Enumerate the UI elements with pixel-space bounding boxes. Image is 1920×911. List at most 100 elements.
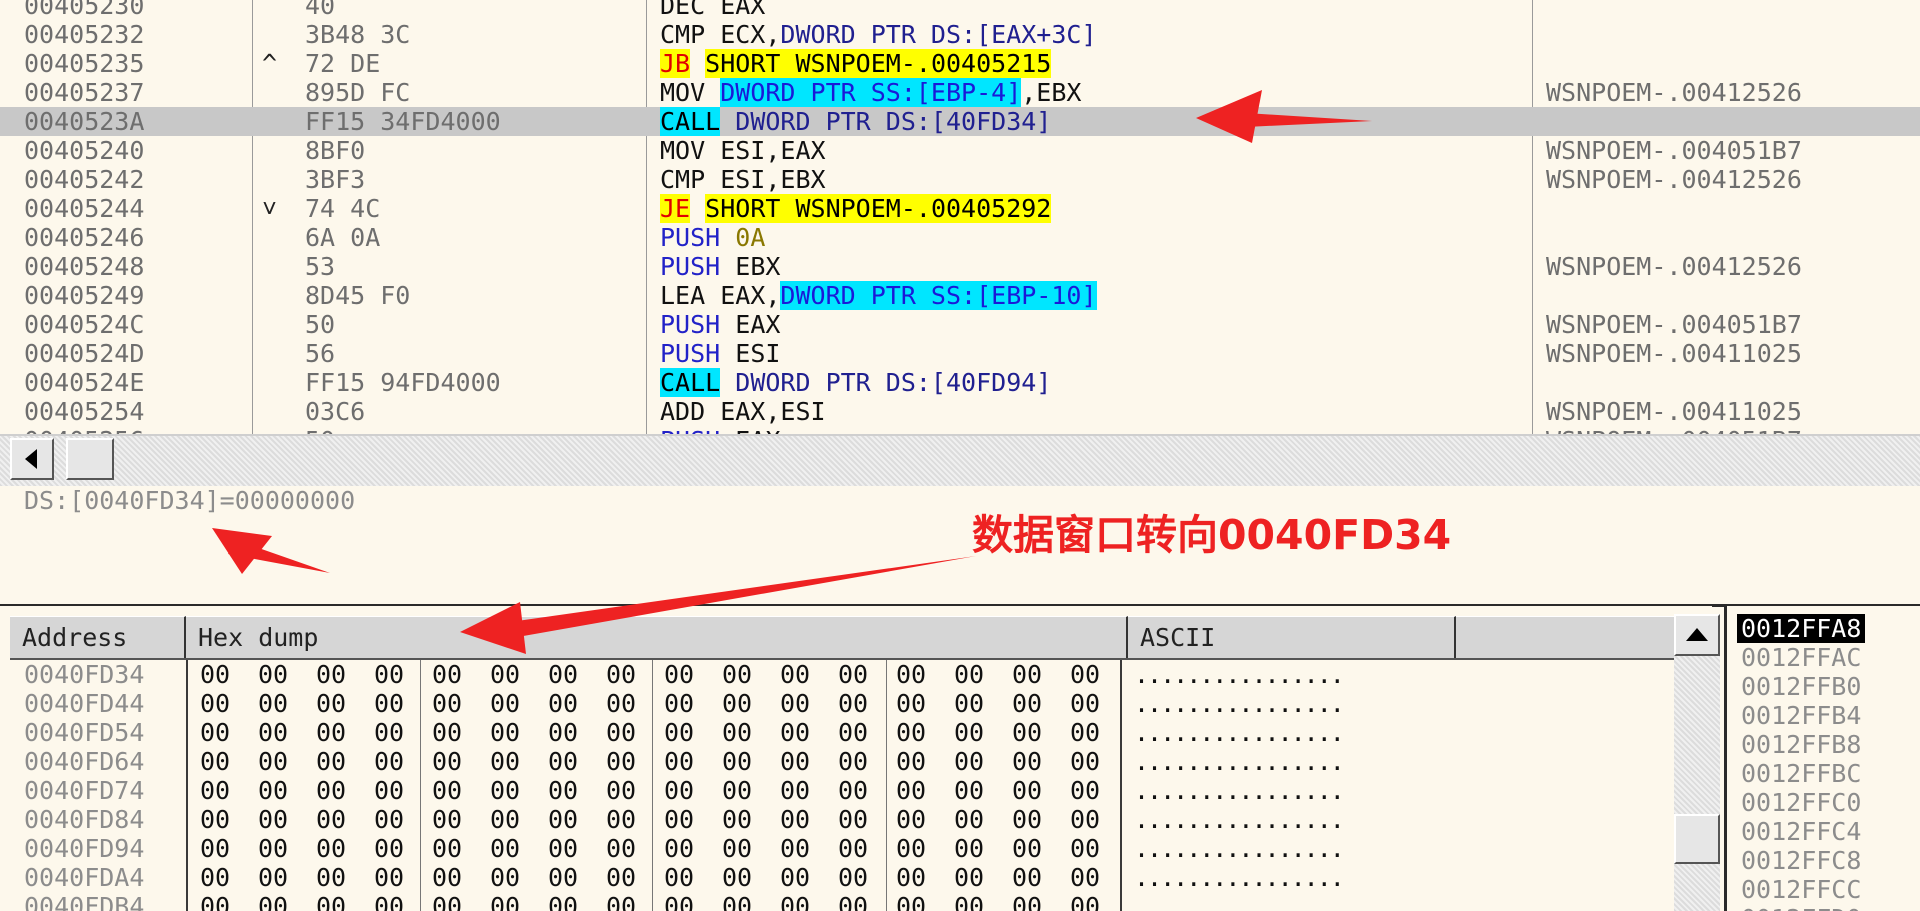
dump-row[interactable]: 0040FD34 00 00 00 00 00 00 00 00 00 00 00 00 00 00 00 00… xyxy=(10,660,1674,689)
stack-row[interactable]: 0012FFB4 xyxy=(1741,701,1861,730)
disassembly-row[interactable]: 00405240 8BF0 MOV ESI,EAX WSNPOEM-.004051B7 xyxy=(0,136,1920,165)
jump-marker xyxy=(262,281,286,310)
scroll-up-button[interactable] xyxy=(1674,614,1720,656)
column-header-address[interactable]: Address xyxy=(10,616,186,658)
scroll-thumb[interactable] xyxy=(1674,814,1720,864)
disassembly-row[interactable]: 00405232 3B48 3C CMP ECX,DWORD PTR DS:[EAX… xyxy=(0,20,1920,49)
dump-byte: 00 xyxy=(722,660,753,689)
dump-ascii: ................ xyxy=(1134,892,1345,911)
disassembly-row[interactable]: 0040524D 56 PUSH ESI WSNPOEM-.00411025 xyxy=(0,339,1920,368)
dump-vertical-scrollbar[interactable] xyxy=(1674,614,1720,911)
dump-byte: 00 xyxy=(722,805,753,834)
dump-ascii: ................ xyxy=(1134,660,1345,689)
disassembly-row[interactable]: 0040524E FF15 94FD4000 CALL DWORD PTR DS:[… xyxy=(0,368,1920,397)
instruction-token: CMP ECX, xyxy=(660,20,781,49)
stack-row[interactable]: 0012FFAC xyxy=(1741,643,1861,672)
row-hex: 03C6 xyxy=(305,397,366,426)
dump-byte: 00 xyxy=(606,776,637,805)
disassembly-row[interactable]: 00405249 8D45 F0 LEA EAX,DWORD PTR SS:[EBP… xyxy=(0,281,1920,310)
row-address: 0040524D xyxy=(24,339,145,368)
dump-row[interactable]: 0040FD84 00 00 00 00 00 00 00 00 00 00 00 00 00 00 00 00… xyxy=(10,805,1674,834)
row-address: 00405249 xyxy=(24,281,145,310)
dump-row[interactable]: 0040FD54 00 00 00 00 00 00 00 00 00 00 00 00 00 00 00 00… xyxy=(10,718,1674,747)
dump-byte: 00 xyxy=(316,689,347,718)
dump-address: 0040FD94 xyxy=(24,834,145,863)
row-comment xyxy=(1546,194,1920,223)
disassembly-row[interactable]: 00405242 3BF3 CMP ESI,EBX WSNPOEM-.00412526 xyxy=(0,165,1920,194)
dump-byte: 00 xyxy=(722,718,753,747)
instruction-token: DEC EAX xyxy=(660,0,766,20)
dump-byte: 00 xyxy=(316,892,347,911)
row-hex: 72 DE xyxy=(305,49,381,78)
dump-row[interactable]: 0040FDB4 00 00 00 00 00 00 00 00 00 00 00 00 00 00 00 00… xyxy=(10,892,1674,911)
dump-byte: 00 xyxy=(490,776,521,805)
disassembly-row[interactable]: 00405246 6A 0A PUSH 0A xyxy=(0,223,1920,252)
row-comment: WSNPOEM-.00411025 xyxy=(1546,397,1802,426)
dump-byte: 00 xyxy=(838,863,869,892)
dump-byte: 00 xyxy=(316,747,347,776)
instruction-token xyxy=(690,49,705,78)
scroll-left-button[interactable] xyxy=(10,438,54,480)
disassembly-row[interactable]: 00405248 53 PUSH EBX WSNPOEM-.00412526 xyxy=(0,252,1920,281)
dump-byte: 00 xyxy=(954,892,985,911)
disassembly-row[interactable]: 00405237 895D FC MOV DWORD PTR SS:[EBP-4],… xyxy=(0,78,1920,107)
stack-row[interactable]: 0012FFC4 xyxy=(1741,817,1861,846)
dump-row[interactable]: 0040FDA4 00 00 00 00 00 00 00 00 00 00 00 00 00 00 00 00… xyxy=(10,863,1674,892)
disassembly-pane[interactable]: 00405230 40 DEC EAX 00405232 3B48 3C CMP ECX,… xyxy=(0,0,1920,434)
jump-marker xyxy=(262,252,286,281)
stack-row[interactable]: 0012FFC8 xyxy=(1741,846,1861,875)
row-instruction: PUSH EBX xyxy=(660,252,1530,281)
column-header-ascii[interactable]: ASCII xyxy=(1128,616,1456,658)
stack-row-selected[interactable]: 0012FFA8 xyxy=(1737,614,1866,643)
dump-byte: 00 xyxy=(722,834,753,863)
stack-row[interactable]: 0012FFD0 xyxy=(1741,904,1861,911)
row-hex: 56 xyxy=(305,339,336,368)
hex-dump-pane[interactable]: Address Hex dump ASCII 0040FD34 00 00 00 00 0… xyxy=(0,606,1712,911)
dump-byte: 00 xyxy=(606,863,637,892)
row-hex: 53 xyxy=(305,252,336,281)
disassembly-horizontal-scrollbar[interactable] xyxy=(0,434,1920,488)
disassembly-row[interactable]: 00405230 40 DEC EAX xyxy=(0,0,1920,20)
dump-byte: 00 xyxy=(200,892,231,911)
dump-byte: 00 xyxy=(258,718,289,747)
dump-address: 0040FD44 xyxy=(24,689,145,718)
disassembly-row[interactable]: 00405256 50 PUSH EAX WSNPOEM-.004051B7 xyxy=(0,426,1920,434)
stack-row[interactable]: 0012FFCC xyxy=(1741,875,1861,904)
disassembly-row[interactable]: 00405244 ˅ 74 4C JE SHORT WSNPOEM-.00405292 xyxy=(0,194,1920,223)
dump-byte: 00 xyxy=(374,689,405,718)
disassembly-row[interactable]: 0040524C 50 PUSH EAX WSNPOEM-.004051B7 xyxy=(0,310,1920,339)
dump-byte: 00 xyxy=(316,805,347,834)
row-comment: WSNPOEM-.00412526 xyxy=(1546,165,1802,194)
dump-row[interactable]: 0040FD94 00 00 00 00 00 00 00 00 00 00 00 00 00 00 00 00… xyxy=(10,834,1674,863)
dump-byte: 00 xyxy=(316,718,347,747)
dump-byte: 00 xyxy=(1070,834,1101,863)
disassembly-row[interactable]: 00405235 ^ 72 DE JB SHORT WSNPOEM-.00405215 xyxy=(0,49,1920,78)
disassembly-row[interactable]: 00405254 03C6 ADD EAX,ESI WSNPOEM-.00411025 xyxy=(0,397,1920,426)
stack-pane[interactable]: 0012FFA8 0012FFAC 0012FFB0 0012FFB4 0012FFB8… xyxy=(1724,606,1920,911)
row-address: 00405235 xyxy=(24,49,145,78)
stack-row[interactable]: 0012FFB0 xyxy=(1741,672,1861,701)
dump-byte: 00 xyxy=(896,863,927,892)
stack-row[interactable]: 0012FFC0 xyxy=(1741,788,1861,817)
dump-row[interactable]: 0040FD64 00 00 00 00 00 00 00 00 00 00 00 00 00 00 00 00… xyxy=(10,747,1674,776)
dump-row[interactable]: 0040FD44 00 00 00 00 00 00 00 00 00 00 00 00 00 00 00 00… xyxy=(10,689,1674,718)
disassembly-row-selected[interactable]: 0040523A FF15 34FD4000 CALL DWORD PTR DS:[… xyxy=(0,107,1920,136)
column-header-hex-dump[interactable]: Hex dump xyxy=(186,616,1128,658)
stack-row[interactable]: 0012FFBC xyxy=(1741,759,1861,788)
dump-byte: 00 xyxy=(780,834,811,863)
dump-address: 0040FD64 xyxy=(24,747,145,776)
scroll-thumb[interactable] xyxy=(66,438,114,480)
dump-row[interactable]: 0040FD74 00 00 00 00 00 00 00 00 00 00 00 00 00 00 00 00… xyxy=(10,776,1674,805)
dump-byte: 00 xyxy=(258,805,289,834)
stack-row[interactable]: 0012FFB8 xyxy=(1741,730,1861,759)
row-instruction: PUSH 0A xyxy=(660,223,1530,252)
dump-byte: 00 xyxy=(896,660,927,689)
dump-byte: 00 xyxy=(200,863,231,892)
dump-byte: 00 xyxy=(722,689,753,718)
info-pane: DS:[0040FD34]=00000000 数据窗口转向0040FD34 xyxy=(0,486,1920,607)
row-hex: FF15 94FD4000 xyxy=(305,368,501,397)
dump-byte: 00 xyxy=(548,863,579,892)
dump-byte: 00 xyxy=(664,689,695,718)
dump-byte: 00 xyxy=(780,863,811,892)
row-comment: WSNPOEM-.00412526 xyxy=(1546,78,1802,107)
